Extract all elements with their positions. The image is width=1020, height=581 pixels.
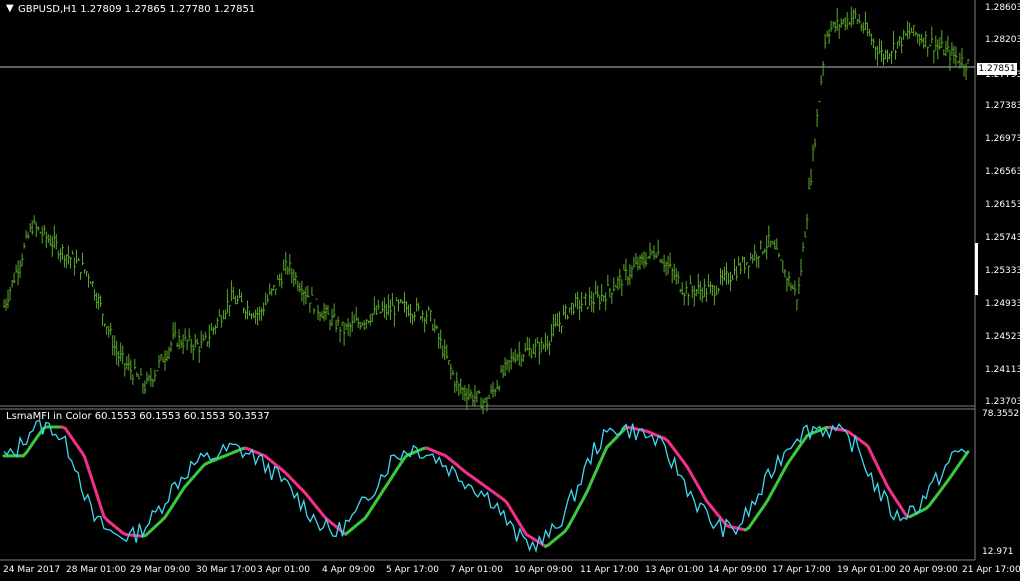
lsma-segment: [92, 485, 99, 498]
time-axis-label: 13 Apr 01:00: [645, 565, 704, 575]
time-axis-label: 19 Apr 01:00: [837, 565, 896, 575]
indicator-scale-top: 78.3552: [982, 409, 1020, 419]
time-axis-label: 17 Apr 17:00: [772, 565, 831, 575]
price-scale-label: 1.28603: [985, 3, 1020, 13]
time-axis-label: 11 Apr 17:00: [580, 565, 639, 575]
price-scale-label: 1.27383: [985, 101, 1020, 111]
chart-canvas[interactable]: [0, 0, 1020, 581]
time-axis-label: 14 Apr 09:00: [708, 565, 767, 575]
main-pane-title: GBPUSD,H1 1.27809 1.27865 1.27780 1.2785…: [18, 4, 256, 15]
chart-window[interactable]: ▼ GBPUSD,H1 1.27809 1.27865 1.27780 1.27…: [0, 0, 1020, 581]
time-axis-label: 21 Apr 17:00: [962, 565, 1020, 575]
price-scale-label: 1.26973: [985, 134, 1020, 144]
price-scale-label: 1.25333: [985, 266, 1020, 276]
time-axis-label: 3 Apr 01:00: [257, 565, 310, 575]
time-axis-label: 7 Apr 01:00: [450, 565, 503, 575]
time-axis-label: 28 Mar 01:00: [66, 565, 127, 575]
price-scale-label: 1.24523: [985, 332, 1020, 342]
price-scale-label: 1.23703: [985, 397, 1020, 407]
scrollbar-marker: [975, 243, 978, 295]
price-scale-label: 1.24113: [985, 365, 1020, 375]
price-scale-label: 1.26563: [985, 167, 1020, 177]
time-axis-label: 4 Apr 09:00: [322, 565, 375, 575]
lsma-segment: [86, 465, 93, 479]
time-axis-label: 29 Mar 09:00: [130, 565, 191, 575]
time-axis-label: 10 Apr 09:00: [514, 565, 573, 575]
lsma-segment: [83, 455, 90, 469]
symbol-dropdown-icon[interactable]: ▼: [6, 3, 14, 15]
time-axis-label: 24 Mar 2017: [3, 565, 61, 575]
price-scale-label: 1.25743: [985, 233, 1020, 243]
lsma-segment: [96, 495, 103, 508]
price-scale-label: 1.26153: [985, 200, 1020, 210]
time-axis-label: 30 Mar 17:00: [196, 565, 257, 575]
time-axis-label: 20 Apr 09:00: [899, 565, 958, 575]
current-price-label: 1.27851: [977, 63, 1017, 75]
indicator-pane-title: LsmaMFI in Color 60.1553 60.1553 60.1553…: [6, 411, 270, 422]
time-axis-label: 5 Apr 17:00: [386, 565, 439, 575]
price-scale-label: 1.24933: [985, 299, 1020, 309]
lsma-segment: [89, 475, 96, 489]
lsma-segment: [99, 504, 106, 518]
price-scale-label: 1.28203: [985, 35, 1020, 45]
indicator-scale-bottom: 12.971: [982, 547, 1014, 557]
